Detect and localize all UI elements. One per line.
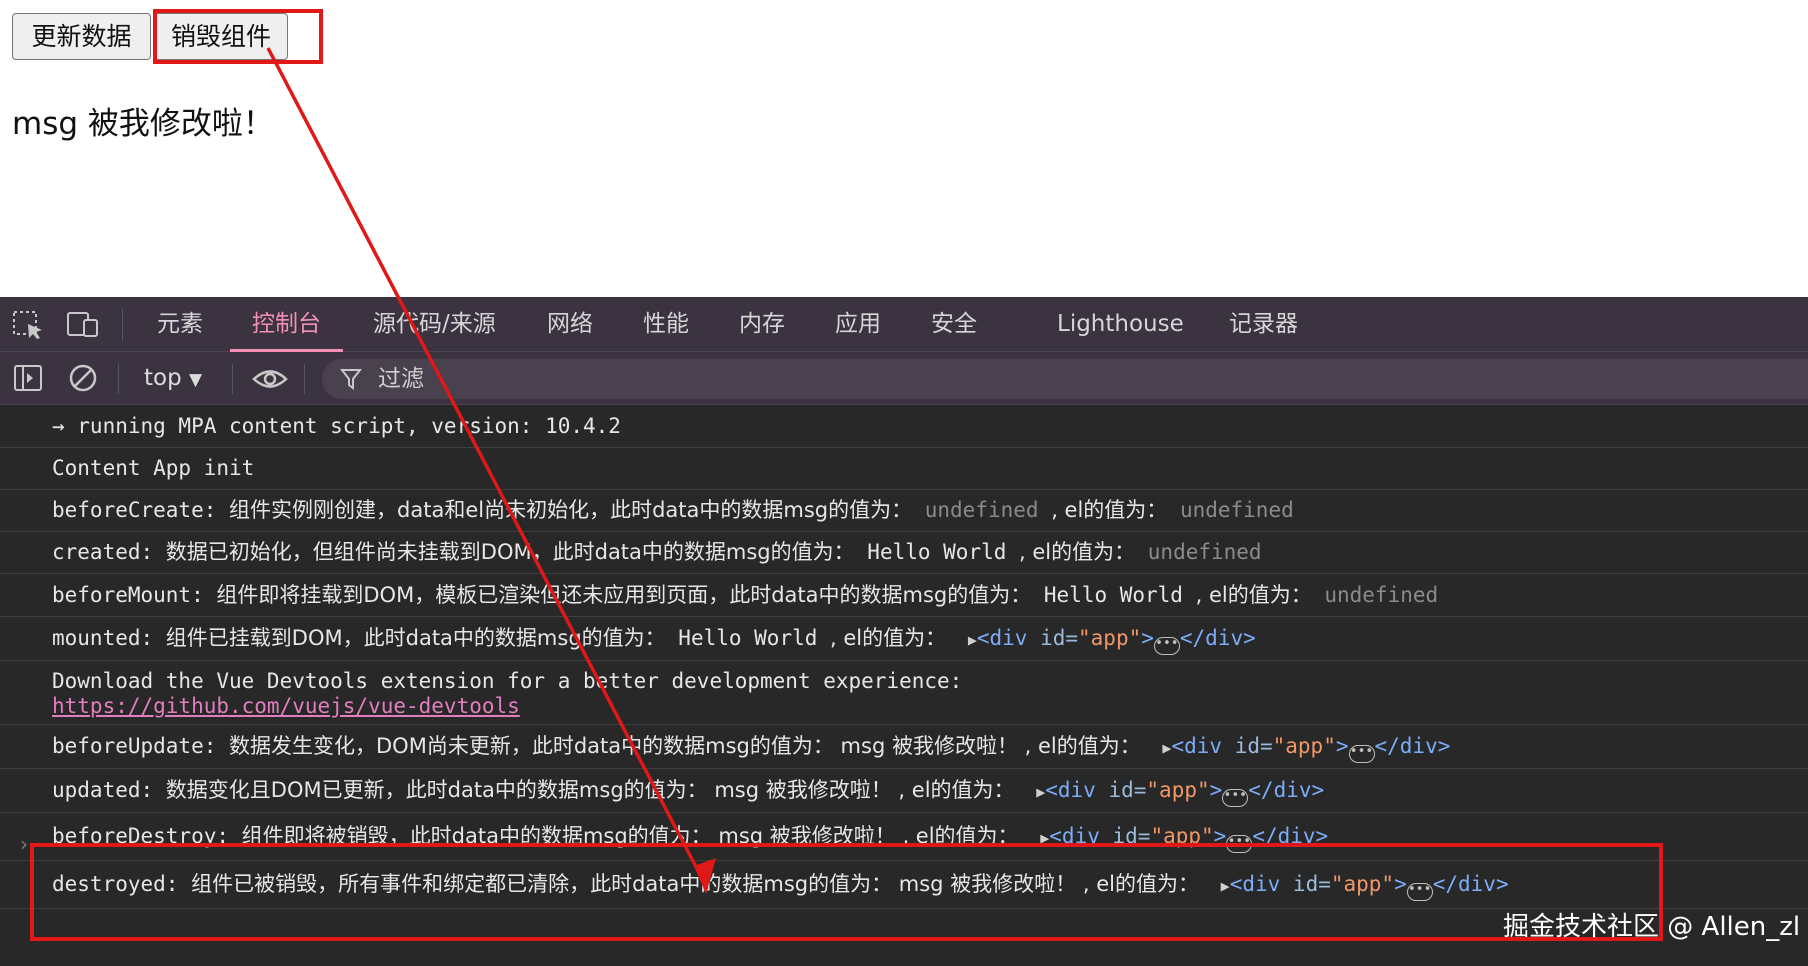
watermark: 掘金技术社区 @ Allen_zl	[1503, 912, 1801, 942]
annotation-arrow	[266, 47, 716, 894]
